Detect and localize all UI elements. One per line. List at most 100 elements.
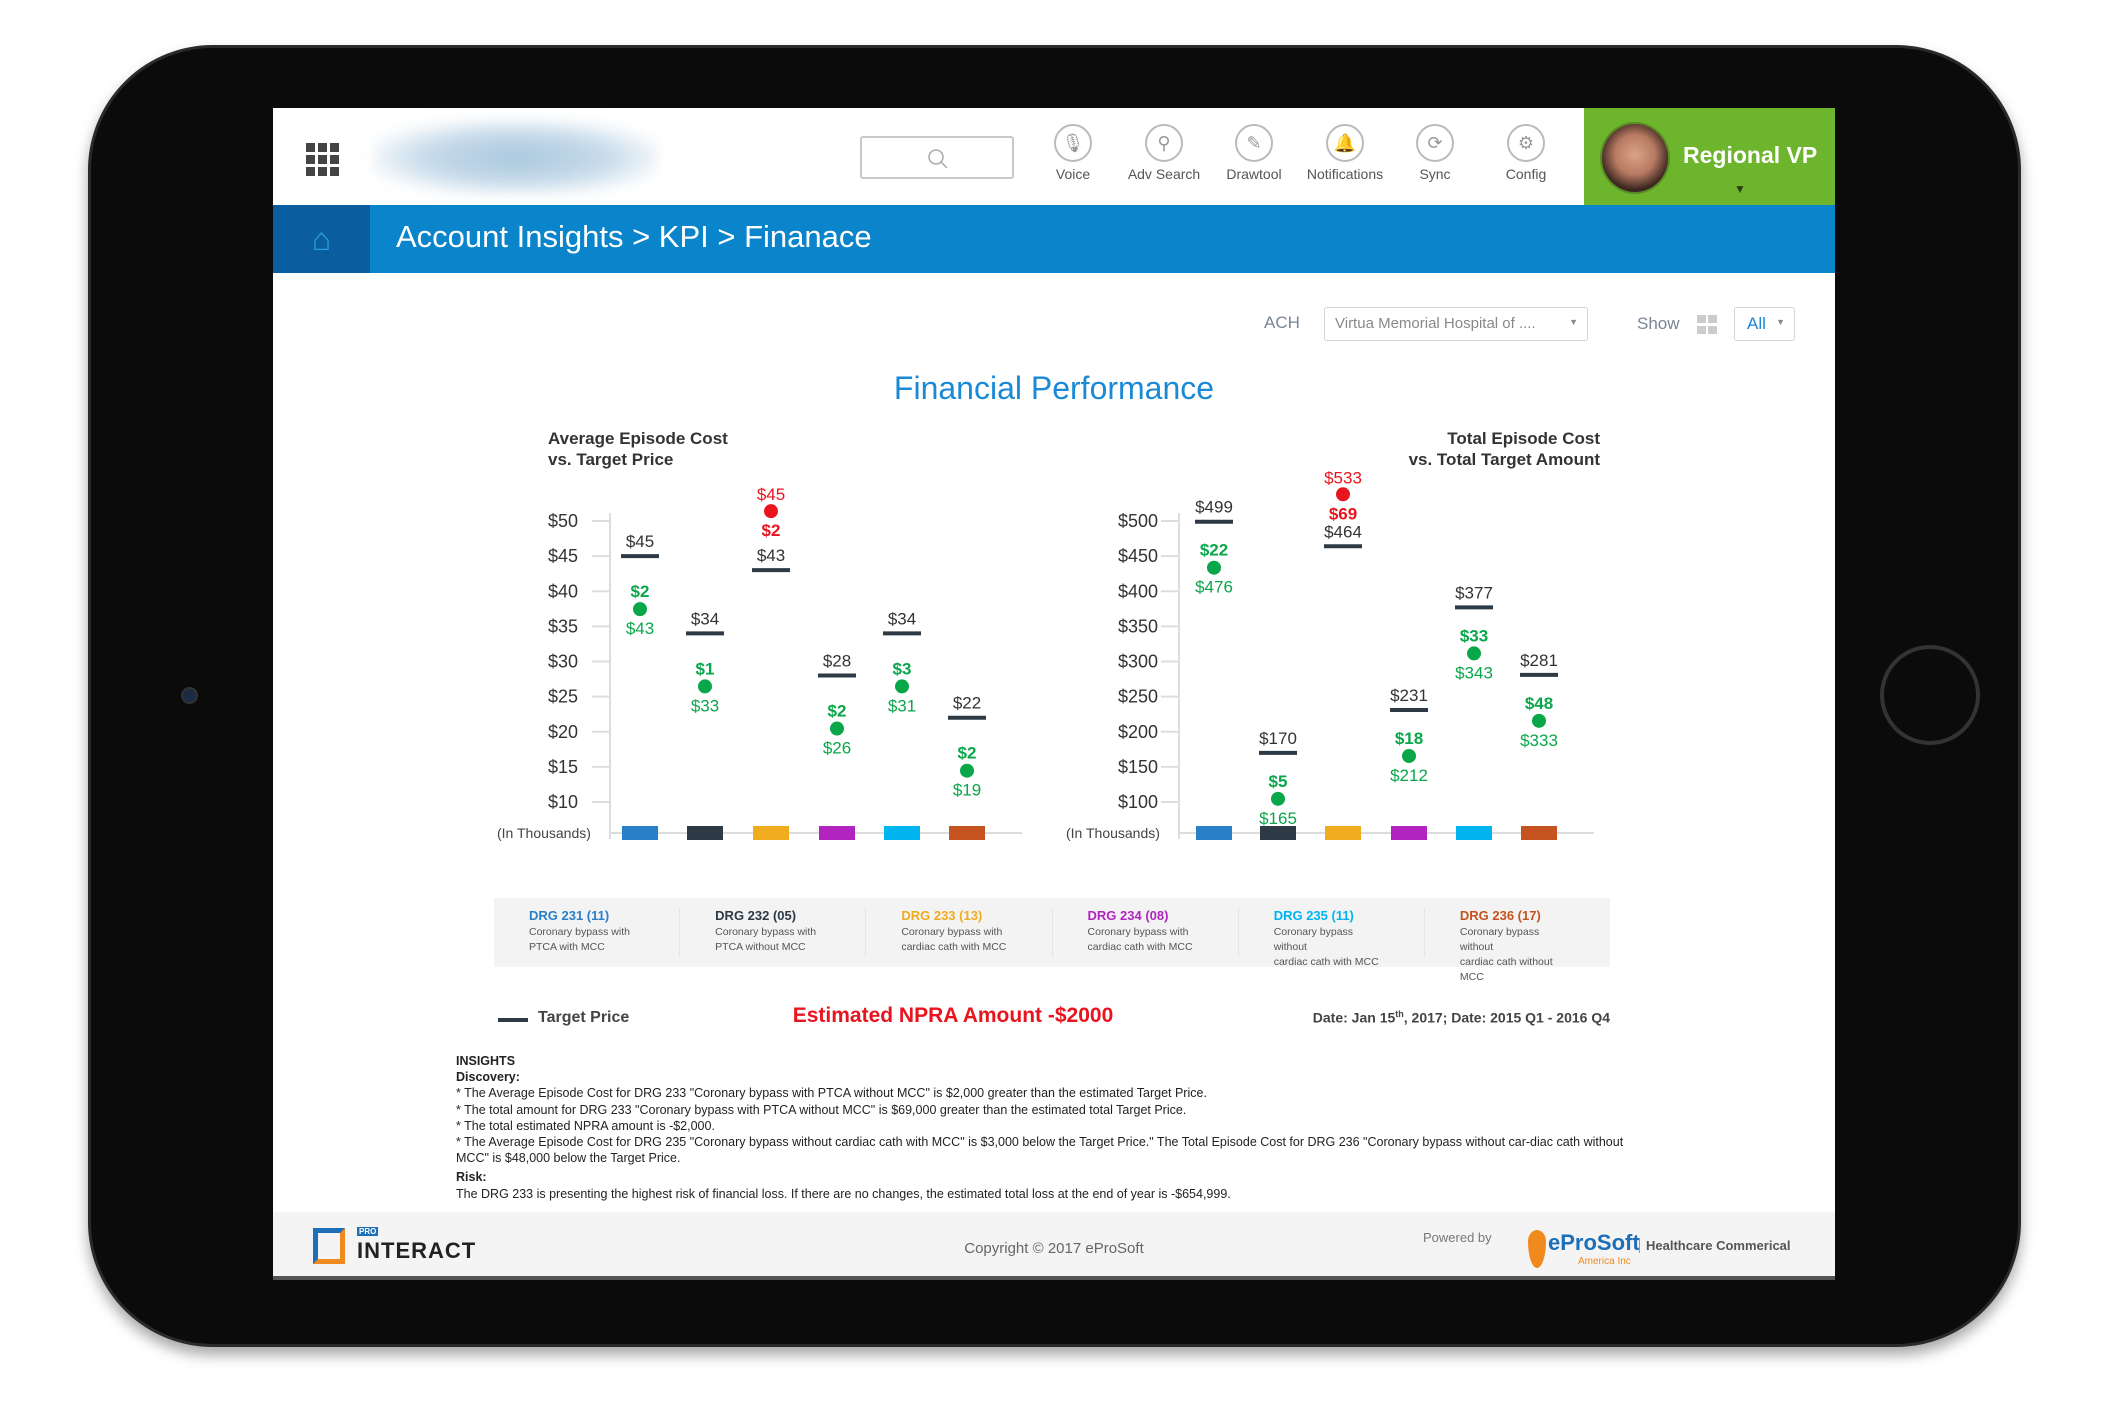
insights-heading: INSIGHTS [456, 1054, 516, 1068]
category-swatch-drg-232 [687, 826, 723, 840]
actual-dot [895, 679, 909, 694]
category-swatch-drg-231 [622, 826, 658, 840]
actual-dot [830, 721, 844, 736]
target-label: $34 [888, 609, 916, 628]
date-range: Date: Jan 15th, 2017; Date: 2015 Q1 - 20… [1312, 1009, 1610, 1026]
legend-item: DRG 236 (17) Coronary bypass without cardi… [1425, 908, 1610, 983]
y-tick-label: $45 [548, 546, 578, 566]
y-tick-label: $35 [548, 616, 578, 636]
legend-desc: Coronary bypass with PTCA with MCC [529, 926, 630, 953]
difference-label: $5 [1269, 772, 1288, 791]
y-tick-label: $30 [548, 652, 578, 672]
y-tick-label: $300 [1118, 652, 1158, 672]
y-tick-label: $100 [1118, 792, 1158, 812]
drg-legend: DRG 231 (11) Coronary bypass with PTCA wit… [494, 898, 1610, 983]
powered-by: Powered by [1423, 1230, 1492, 1245]
legend-desc: Coronary bypass with cardiac cath with MC… [1087, 926, 1193, 953]
target-label: $28 [823, 652, 851, 671]
discovery-item: * The Average Episode Cost for DRG 235 "… [456, 1135, 1624, 1166]
legend-desc: Coronary bypass without cardiac cath with… [1459, 926, 1553, 983]
y-tick-label: $250 [1118, 687, 1158, 707]
legend-code: DRG 232 (05) [715, 908, 797, 923]
category-swatch-drg-231 [1196, 826, 1232, 840]
actual-label: $533 [1324, 468, 1362, 487]
category-swatch-drg-234 [819, 826, 855, 840]
y-tick-label: $50 [548, 511, 578, 531]
actual-dot [1336, 487, 1350, 502]
y-tick-label: $10 [548, 792, 578, 812]
actual-label: $476 [1195, 578, 1233, 597]
target-label: $43 [757, 546, 785, 565]
target-label: $281 [1520, 651, 1558, 670]
actual-label: $19 [953, 781, 981, 800]
actual-label: $33 [691, 696, 719, 715]
actual-label: $31 [888, 696, 916, 715]
y-tick-label: $450 [1118, 546, 1158, 566]
actual-dot [1402, 748, 1416, 763]
insights-panel: INSIGHTS Discovery: * The Average Episod… [456, 1053, 1656, 1202]
target-label: $34 [691, 609, 719, 628]
target-label: $499 [1195, 498, 1233, 517]
difference-label: $69 [1329, 504, 1357, 523]
actual-label: $43 [626, 619, 654, 638]
y-tick-label: $150 [1118, 757, 1158, 777]
category-swatch-drg-233 [753, 826, 789, 840]
unit-label: (In Thousands) [497, 825, 591, 841]
legend-desc: Coronary bypass with PTCA without MCC [715, 926, 817, 953]
eprosoft-sub: America Inc [1578, 1256, 1631, 1267]
actual-dot [1271, 791, 1285, 806]
category-swatch-drg-236 [949, 826, 985, 840]
y-tick-label: $20 [548, 722, 578, 742]
actual-label: $165 [1259, 809, 1297, 828]
y-tick-label: $25 [548, 687, 578, 707]
legend-code: DRG 233 (13) [901, 908, 983, 923]
discovery-label: Discovery: [456, 1070, 520, 1085]
difference-label: $33 [1460, 626, 1488, 645]
difference-label: $2 [958, 744, 977, 763]
legend-item: DRG 234 (08) Coronary bypass with cardiac … [1053, 908, 1239, 957]
camera [181, 687, 198, 704]
actual-label: $26 [823, 739, 851, 758]
legend-desc: Coronary bypass with cardiac cath with MC… [901, 926, 1007, 953]
eprosoft-logo-icon [1528, 1230, 1546, 1268]
target-price-legend-label: Target Price [538, 1009, 630, 1026]
eprosoft-logo: eProSoft [1548, 1230, 1640, 1255]
actual-dot [1467, 646, 1481, 661]
target-label: $22 [953, 694, 981, 713]
target-price-legend-line [498, 1018, 528, 1022]
target-label: $464 [1324, 522, 1362, 541]
difference-label: $2 [762, 521, 781, 540]
category-swatch-drg-234 [1391, 826, 1427, 840]
risk-label: Risk: [456, 1170, 487, 1185]
actual-label: $333 [1520, 731, 1558, 750]
actual-label: $45 [757, 485, 785, 504]
actual-dot [1532, 713, 1546, 728]
y-tick-label: $200 [1118, 722, 1158, 742]
unit-label: (In Thousands) [1066, 825, 1160, 841]
target-label: $377 [1455, 583, 1493, 602]
tablet-home-button[interactable] [1880, 645, 1980, 745]
category-swatch-drg-235 [1456, 826, 1492, 840]
difference-label: $3 [893, 659, 912, 678]
legend-code: DRG 231 (11) [529, 908, 610, 923]
category-swatch-drg-235 [884, 826, 920, 840]
discovery-item: * The total amount for DRG 233 "Coronary… [456, 1102, 1187, 1117]
legend-code: DRG 236 (17) [1459, 908, 1541, 923]
npra-amount: Estimated NPRA Amount -$2000 [792, 1004, 1114, 1027]
y-tick-label: $350 [1118, 616, 1158, 636]
target-label: $231 [1390, 686, 1428, 705]
category-swatch-drg-236 [1521, 826, 1557, 840]
y-tick-label: $400 [1118, 581, 1158, 601]
legend-code: DRG 235 (11) [1273, 908, 1354, 923]
brand-pro: PRO [357, 1227, 379, 1236]
actual-dot [1207, 560, 1221, 575]
legend-code: DRG 234 (08) [1087, 908, 1169, 923]
legend-item: DRG 235 (11) Coronary bypass without cardi… [1239, 908, 1425, 968]
legend-item: DRG 231 (11) Coronary bypass with PTCA wit… [494, 908, 681, 957]
risk-text: The DRG 233 is presenting the highest ri… [456, 1186, 1231, 1201]
difference-label: $18 [1395, 729, 1423, 748]
difference-label: $2 [828, 702, 847, 721]
difference-label: $48 [1525, 694, 1553, 713]
division-label: Healthcare Commerical [1639, 1238, 1791, 1253]
discovery-item: * The Average Episode Cost for DRG 233 "… [456, 1086, 1207, 1101]
